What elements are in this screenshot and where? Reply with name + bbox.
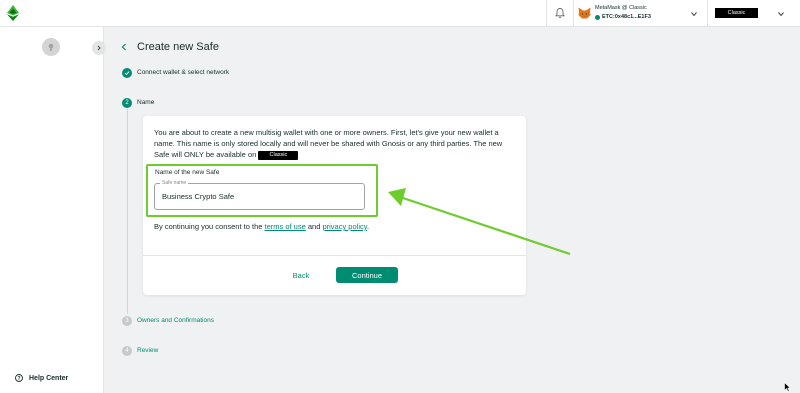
card-description: You are about to create a new multisig w… xyxy=(154,127,516,160)
mouse-cursor-icon xyxy=(784,382,791,392)
step-2-label: Name xyxy=(137,99,155,106)
description-text: You are about to create a new multisig w… xyxy=(154,128,503,159)
bell-icon[interactable] xyxy=(554,7,566,19)
divider xyxy=(573,0,574,27)
safe-avatar-placeholder xyxy=(42,38,60,56)
consent-text: By continuing you consent to the terms o… xyxy=(154,222,369,231)
sidebar-toggle-button[interactable] xyxy=(92,41,106,55)
consent-and: and xyxy=(307,222,321,231)
divider xyxy=(546,0,547,27)
page-title: Create new Safe xyxy=(137,41,219,53)
stepper-line xyxy=(127,109,128,314)
help-icon: ? xyxy=(15,374,23,382)
step-3-number: 3 xyxy=(122,316,132,326)
divider xyxy=(707,0,708,27)
step-4-label: Review xyxy=(137,347,159,354)
chevron-right-icon xyxy=(97,45,101,51)
back-arrow-icon[interactable] xyxy=(120,42,128,52)
wallet-address: ETC:0x48c1...E1F3 xyxy=(595,14,651,20)
field-title: Name of the new Safe xyxy=(155,169,220,176)
privacy-policy-link[interactable]: privacy policy xyxy=(322,222,366,231)
step-1-label: Connect wallet & select network xyxy=(137,69,230,76)
metamask-fox-icon xyxy=(578,7,591,19)
connected-dot-icon xyxy=(595,14,600,20)
safe-name-input[interactable] xyxy=(162,192,352,201)
safe-name-field[interactable]: Safe name xyxy=(154,180,365,210)
svg-text:?: ? xyxy=(17,376,20,382)
wallet-address-text: ETC:0x48c1...E1F3 xyxy=(602,14,651,20)
help-center-link[interactable]: ? Help Center xyxy=(15,374,68,382)
terms-of-use-link[interactable]: terms of use xyxy=(265,222,306,231)
chevron-down-icon[interactable] xyxy=(777,10,785,18)
consent-suffix: . xyxy=(366,222,370,231)
consent-prefix: By continuing you consent to the xyxy=(154,222,263,231)
top-bar: MetaMask @ Classic ETC:0x48c1...E1F3 Cla… xyxy=(0,0,800,27)
back-button[interactable]: Back xyxy=(285,268,317,282)
step-1-check-icon xyxy=(122,68,132,78)
network-badge-inline: Classic xyxy=(258,150,299,160)
network-badge[interactable]: Classic xyxy=(715,8,758,18)
continue-button[interactable]: Continue xyxy=(336,267,398,283)
step-2-number: 2 xyxy=(122,98,132,108)
step-4-number: 4 xyxy=(122,346,132,356)
help-center-label: Help Center xyxy=(29,374,69,382)
sidebar: ? Help Center xyxy=(0,27,106,393)
keyhole-icon xyxy=(48,43,54,51)
divider xyxy=(143,255,526,256)
chevron-down-icon[interactable] xyxy=(690,10,698,18)
field-legend: Safe name xyxy=(160,180,189,186)
wallet-name: MetaMask @ Classic xyxy=(595,5,647,11)
step-3-label: Owners and Confirmations xyxy=(137,317,214,324)
ethereum-classic-logo[interactable] xyxy=(7,5,19,21)
wallet-selector[interactable]: MetaMask @ Classic ETC:0x48c1...E1F3 xyxy=(578,4,704,23)
